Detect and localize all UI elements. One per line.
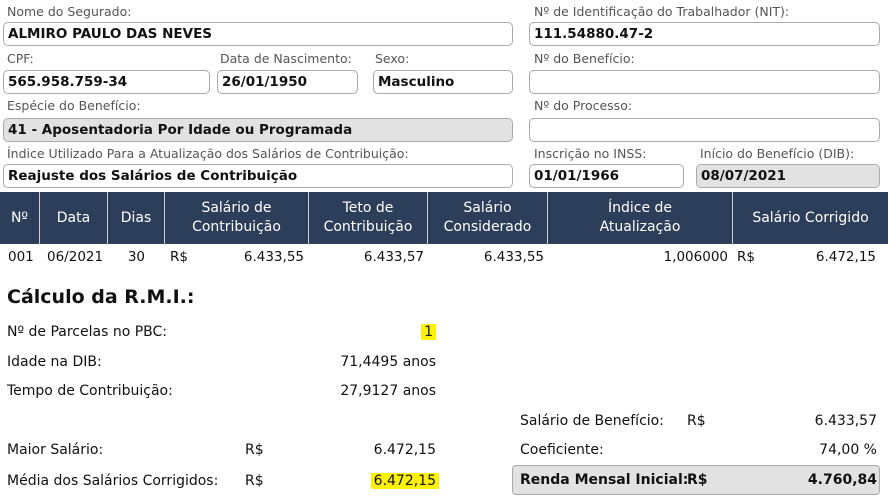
idade-label: Idade na DIB: bbox=[7, 354, 102, 370]
cpf-field[interactable]: 565.958.759-34 bbox=[3, 70, 210, 94]
cell-salario-contribuicao: 6.433,55 bbox=[243, 249, 304, 265]
salario-beneficio-label: Salário de Benefício: bbox=[520, 413, 664, 429]
col-indice-atualizacao: Índice de Atualização bbox=[548, 192, 733, 244]
table-header: Nº Data Dias Salário de Contribuição Tet… bbox=[0, 192, 888, 244]
rmi-currency: R$ bbox=[687, 472, 708, 488]
nit-label: Nº de Identificação do Trabalhador (NIT)… bbox=[534, 4, 790, 19]
col-salario-corrigido: Salário Corrigido bbox=[752, 209, 869, 226]
nome-field[interactable]: ALMIRO PAULO DAS NEVES bbox=[3, 22, 513, 46]
cell-teto: 6.433,57 bbox=[363, 249, 424, 265]
dib-field: 08/07/2021 bbox=[696, 164, 880, 188]
especie-field: 41 - Aposentadoria Por Idade ou Programa… bbox=[3, 118, 513, 142]
salario-beneficio-value: 6.433,57 bbox=[814, 413, 877, 429]
tempo-value: 27,9127 anos bbox=[340, 383, 436, 399]
section-title: Cálculo da R.M.I.: bbox=[7, 286, 195, 308]
tempo-label: Tempo de Contribuição: bbox=[7, 383, 173, 399]
nascimento-label: Data de Nascimento: bbox=[220, 51, 352, 66]
cell-corrigido: 6.472,15 bbox=[815, 249, 876, 265]
col-numero: Nº bbox=[0, 192, 40, 244]
parcelas-label: Nº de Parcelas no PBC: bbox=[7, 324, 168, 340]
cell-dias: 30 bbox=[127, 249, 145, 265]
indice-label: Índice Utilizado Para a Atualização dos … bbox=[7, 146, 409, 161]
parcelas-value: 1 bbox=[340, 324, 436, 340]
col-teto-contribuicao: Teto de Contribuição bbox=[309, 192, 428, 244]
rmi-label: Renda Mensal Inicial: bbox=[520, 472, 689, 488]
coeficiente-label: Coeficiente: bbox=[520, 442, 604, 458]
maior-salario-currency: R$ bbox=[245, 442, 264, 458]
col-salario-contribuicao: Salário de Contribuição bbox=[165, 192, 309, 244]
sexo-select[interactable]: Masculino bbox=[373, 70, 513, 94]
beneficio-label: Nº do Benefício: bbox=[534, 51, 635, 66]
especie-label: Espécie do Benefício: bbox=[7, 98, 141, 113]
sexo-label: Sexo: bbox=[375, 51, 410, 66]
cell-numero: 001 bbox=[8, 249, 34, 265]
maior-salario-value: 6.472,15 bbox=[373, 442, 436, 458]
nome-label: Nome do Segurado: bbox=[7, 4, 132, 19]
maior-salario-label: Maior Salário: bbox=[7, 442, 104, 458]
cell-currency-1: R$ bbox=[170, 249, 188, 265]
media-label: Média dos Salários Corrigidos: bbox=[7, 473, 219, 489]
indice-select[interactable]: Reajuste dos Salários de Contribuição bbox=[3, 164, 513, 188]
media-currency: R$ bbox=[245, 473, 264, 489]
col-dias: Dias bbox=[108, 192, 165, 244]
nit-field[interactable]: 111.54880.47-2 bbox=[529, 22, 880, 46]
cell-indice: 1,006000 bbox=[663, 249, 728, 265]
inscricao-label: Inscrição no INSS: bbox=[534, 146, 647, 161]
nascimento-field[interactable]: 26/01/1950 bbox=[217, 70, 358, 94]
salario-beneficio-currency: R$ bbox=[687, 413, 706, 429]
cell-data: 06/2021 bbox=[47, 249, 104, 265]
col-data: Data bbox=[40, 192, 108, 244]
processo-label: Nº do Processo: bbox=[534, 98, 633, 113]
dib-label: Início do Benefício (DIB): bbox=[700, 146, 855, 161]
beneficio-field[interactable] bbox=[529, 70, 880, 94]
cell-considerado: 6.433,55 bbox=[483, 249, 544, 265]
cell-currency-2: R$ bbox=[737, 249, 755, 265]
idade-value: 71,4495 anos bbox=[340, 354, 436, 370]
media-value: 6.472,15 bbox=[300, 473, 439, 489]
rmi-value: 4.760,84 bbox=[807, 472, 877, 488]
processo-field[interactable] bbox=[529, 118, 880, 142]
cpf-label: CPF: bbox=[7, 51, 34, 66]
inscricao-field[interactable]: 01/01/1966 bbox=[529, 164, 684, 188]
col-salario-considerado: Salário Considerado bbox=[428, 192, 548, 244]
coeficiente-value: 74,00 % bbox=[819, 442, 877, 458]
